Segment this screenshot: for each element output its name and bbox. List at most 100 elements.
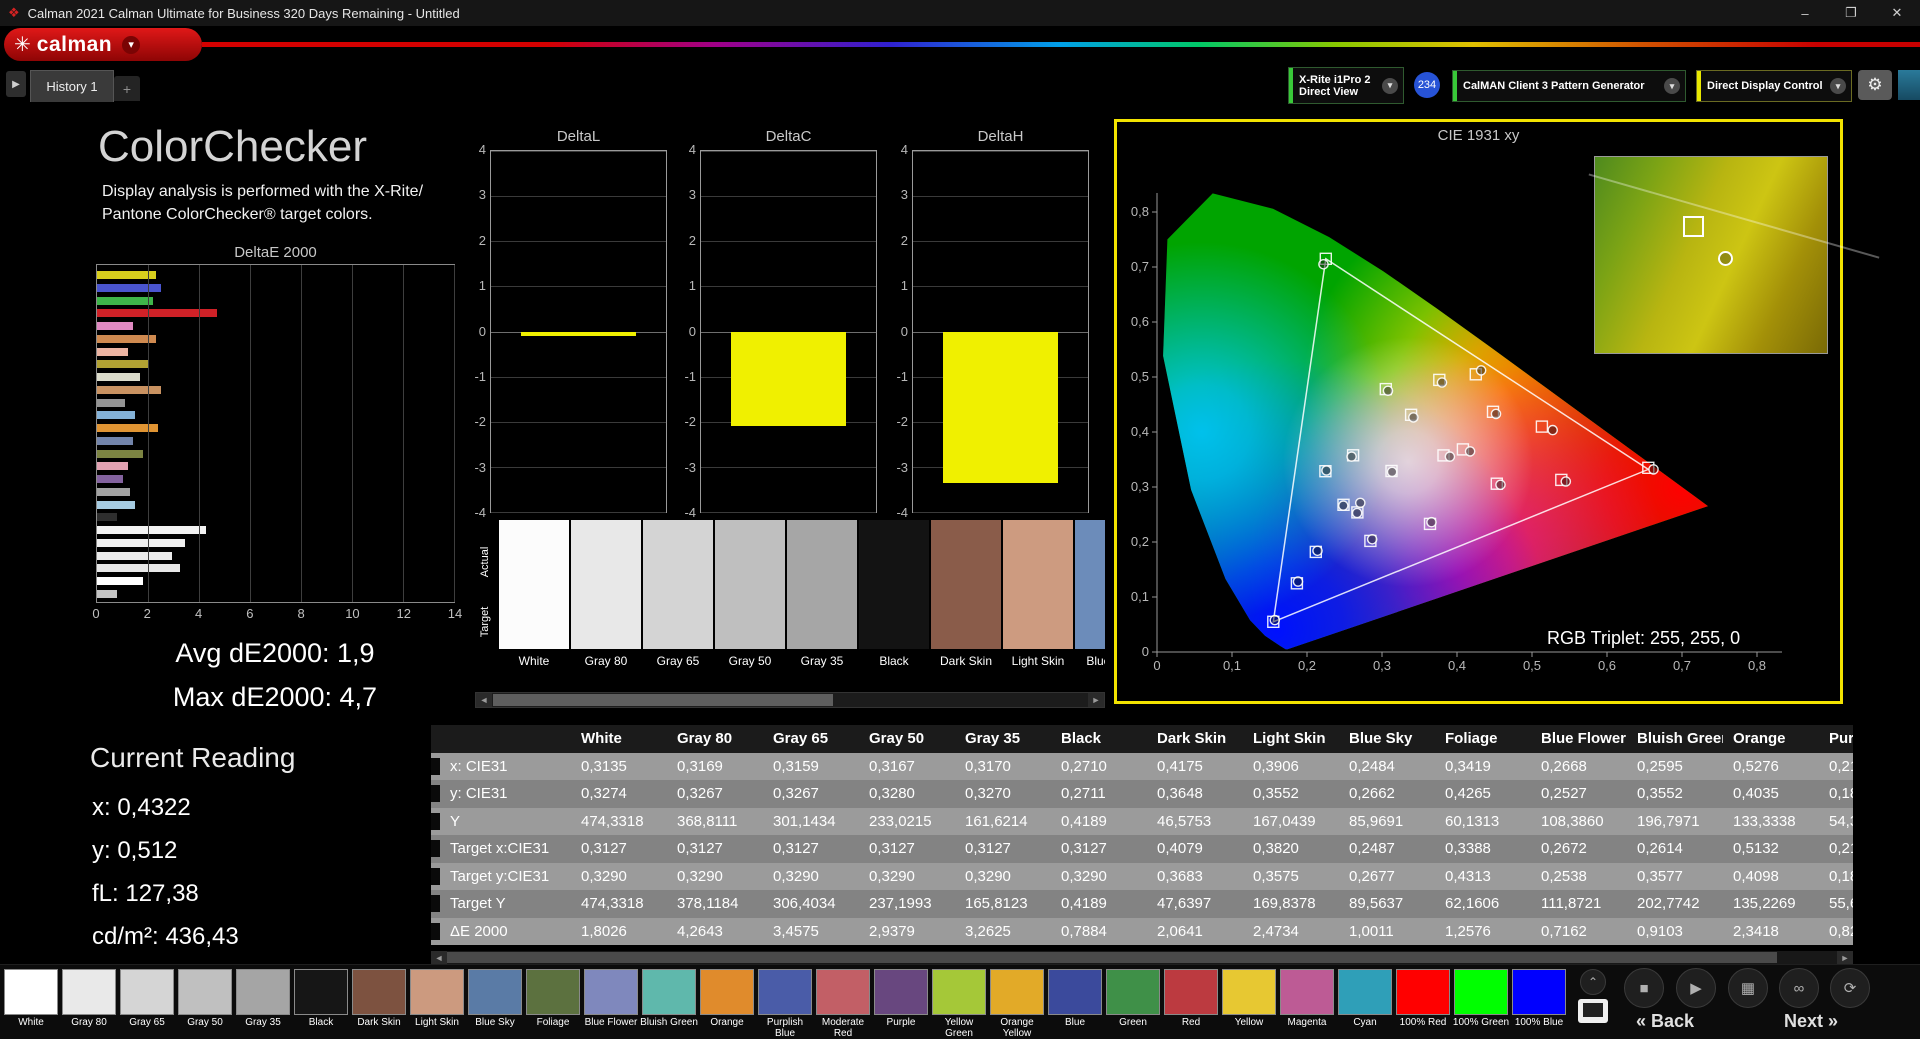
strip-swatch-label: Gray 50 bbox=[715, 654, 785, 668]
chevron-down-icon[interactable]: ▾ bbox=[122, 36, 140, 54]
patch-color[interactable] bbox=[1338, 969, 1392, 1015]
patch-button[interactable]: Purplish Blue bbox=[756, 969, 814, 1039]
table-scrollbar[interactable]: ◄ ► bbox=[431, 951, 1853, 964]
patch-label: Orange Yellow bbox=[988, 1017, 1046, 1039]
patch-color[interactable] bbox=[700, 969, 754, 1015]
patch-button[interactable]: Gray 65 bbox=[118, 969, 176, 1039]
patch-button[interactable]: Dark Skin bbox=[350, 969, 408, 1039]
patch-button[interactable]: Gray 35 bbox=[234, 969, 292, 1039]
patch-color[interactable] bbox=[816, 969, 870, 1015]
patch-button[interactable]: Blue bbox=[1046, 969, 1104, 1039]
patch-color[interactable] bbox=[990, 969, 1044, 1015]
tab-history-1[interactable]: History 1 bbox=[30, 70, 114, 102]
patch-color[interactable] bbox=[1280, 969, 1334, 1015]
deltae-bar bbox=[97, 322, 133, 330]
patch-color[interactable] bbox=[236, 969, 290, 1015]
patch-color[interactable] bbox=[352, 969, 406, 1015]
table-cell: 0,3127 bbox=[955, 840, 1051, 857]
restore-icon[interactable]: ❐ bbox=[1828, 0, 1874, 26]
patch-color[interactable] bbox=[120, 969, 174, 1015]
swatch-strip-scrollbar[interactable]: ◄ ► bbox=[475, 692, 1105, 708]
patch-button[interactable]: Foliage bbox=[524, 969, 582, 1039]
patch-color[interactable] bbox=[1512, 969, 1566, 1015]
patch-color[interactable] bbox=[1396, 969, 1450, 1015]
minimize-icon[interactable]: – bbox=[1782, 0, 1828, 26]
patch-color[interactable] bbox=[1106, 969, 1160, 1015]
patch-color[interactable] bbox=[874, 969, 928, 1015]
patch-button[interactable]: Gray 50 bbox=[176, 969, 234, 1039]
gear-icon[interactable]: ⚙ bbox=[1858, 70, 1892, 100]
patch-button[interactable]: Blue Flower bbox=[582, 969, 640, 1039]
add-tab-button[interactable]: + bbox=[114, 76, 140, 101]
scroll-left-icon[interactable]: ◄ bbox=[431, 951, 447, 964]
patch-color[interactable] bbox=[62, 969, 116, 1015]
patch-button[interactable]: Orange Yellow bbox=[988, 969, 1046, 1039]
continuous-measure-button[interactable]: ∞ bbox=[1779, 968, 1819, 1008]
scrollbar-thumb[interactable] bbox=[447, 952, 1777, 963]
expand-up-icon[interactable]: ⌃ bbox=[1580, 969, 1606, 995]
play-button[interactable]: ▶ bbox=[1676, 968, 1716, 1008]
deltae-bar bbox=[97, 335, 156, 343]
patch-button[interactable]: Blue Sky bbox=[466, 969, 524, 1039]
patch-button[interactable]: Purple bbox=[872, 969, 930, 1039]
scroll-right-icon[interactable]: ► bbox=[1837, 951, 1853, 964]
scrollbar-thumb[interactable] bbox=[493, 694, 833, 706]
calman-logo[interactable]: ✳ calman ▾ bbox=[4, 28, 202, 61]
patch-color[interactable] bbox=[584, 969, 638, 1015]
patch-button[interactable]: Gray 80 bbox=[60, 969, 118, 1039]
patch-color[interactable] bbox=[468, 969, 522, 1015]
meter-count-badge[interactable]: 234 bbox=[1414, 72, 1440, 98]
patch-button[interactable]: Light Skin bbox=[408, 969, 466, 1039]
display-control-dropdown[interactable]: Direct Display Control ▾ bbox=[1696, 70, 1852, 102]
back-button[interactable]: « Back bbox=[1636, 1011, 1694, 1032]
patch-button[interactable]: Yellow Green bbox=[930, 969, 988, 1039]
patch-button[interactable]: Black bbox=[292, 969, 350, 1039]
patch-color[interactable] bbox=[1048, 969, 1102, 1015]
patch-color[interactable] bbox=[294, 969, 348, 1015]
patch-button[interactable]: Red bbox=[1162, 969, 1220, 1039]
next-button[interactable]: Next » bbox=[1784, 1011, 1838, 1032]
edge-panel-button[interactable] bbox=[1898, 70, 1920, 100]
patch-button[interactable]: Bluish Green bbox=[640, 969, 698, 1039]
patch-color[interactable] bbox=[4, 969, 58, 1015]
patch-button[interactable]: 100% Blue bbox=[1510, 969, 1568, 1039]
patch-button[interactable]: White bbox=[2, 969, 60, 1039]
patch-color[interactable] bbox=[1164, 969, 1218, 1015]
scroll-right-icon[interactable]: ► bbox=[1088, 693, 1104, 707]
close-icon[interactable]: ✕ bbox=[1874, 0, 1920, 26]
patch-button[interactable]: Yellow bbox=[1220, 969, 1278, 1039]
chevron-down-icon[interactable]: ▾ bbox=[1382, 78, 1398, 94]
patch-button[interactable]: 100% Red bbox=[1394, 969, 1452, 1039]
loop-button[interactable]: ⟳ bbox=[1830, 968, 1870, 1008]
chevron-down-icon[interactable]: ▾ bbox=[1830, 78, 1846, 94]
monitor-icon[interactable] bbox=[1578, 999, 1608, 1023]
deltae-bar bbox=[97, 437, 133, 445]
patch-color[interactable] bbox=[178, 969, 232, 1015]
patch-button[interactable]: Magenta bbox=[1278, 969, 1336, 1039]
patch-button[interactable]: Orange bbox=[698, 969, 756, 1039]
patch-button[interactable]: Cyan bbox=[1336, 969, 1394, 1039]
patch-button[interactable]: Green bbox=[1104, 969, 1162, 1039]
strip-swatch: Gray 65 bbox=[643, 520, 713, 680]
pattern-generator-dropdown[interactable]: CalMAN Client 3 Pattern Generator ▾ bbox=[1452, 70, 1686, 102]
patch-button[interactable]: Moderate Red bbox=[814, 969, 872, 1039]
patch-button[interactable]: 100% Green bbox=[1452, 969, 1510, 1039]
table-cell: 0,3552 bbox=[1627, 785, 1723, 802]
patch-color[interactable] bbox=[410, 969, 464, 1015]
pattern-window-button[interactable]: ▦ bbox=[1728, 968, 1768, 1008]
delta-bar bbox=[521, 332, 637, 336]
table-cell: 0,3575 bbox=[1243, 868, 1339, 885]
patch-color[interactable] bbox=[1454, 969, 1508, 1015]
patch-color[interactable] bbox=[932, 969, 986, 1015]
patch-color[interactable] bbox=[642, 969, 696, 1015]
patch-color[interactable] bbox=[1222, 969, 1276, 1015]
patch-color[interactable] bbox=[526, 969, 580, 1015]
stop-button[interactable]: ■ bbox=[1624, 968, 1664, 1008]
table-cell: 133,3338 bbox=[1723, 813, 1819, 830]
scroll-left-icon[interactable]: ◄ bbox=[476, 693, 492, 707]
sidebar-toggle-icon[interactable]: ▶ bbox=[6, 71, 26, 97]
chevron-down-icon[interactable]: ▾ bbox=[1664, 78, 1680, 94]
meter-dropdown[interactable]: X-Rite i1Pro 2 Direct View ▾ bbox=[1288, 67, 1404, 104]
strip-swatch: White bbox=[499, 520, 569, 680]
patch-color[interactable] bbox=[758, 969, 812, 1015]
